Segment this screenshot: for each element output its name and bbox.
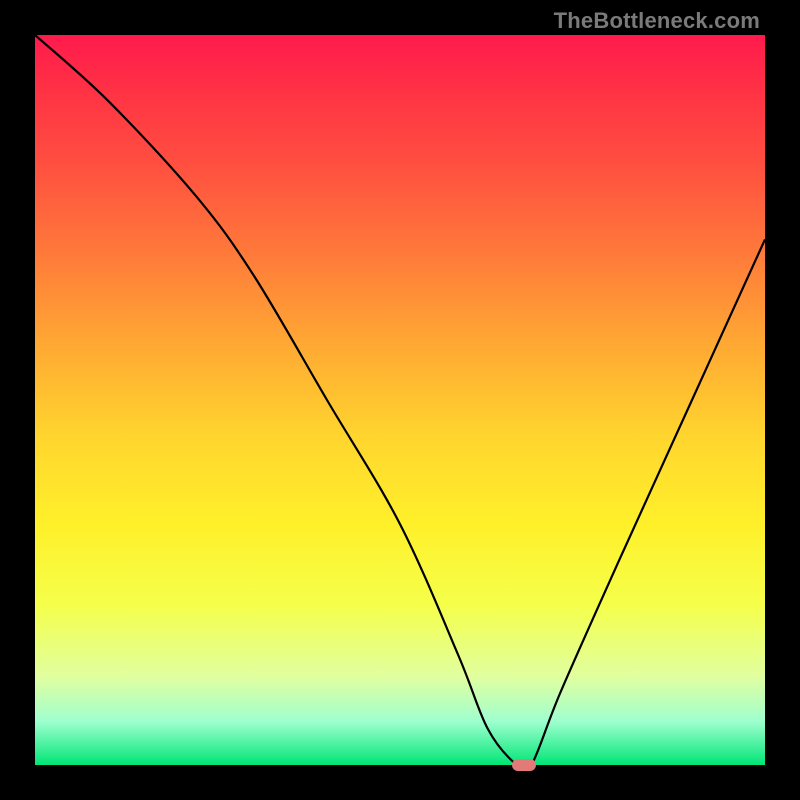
chart-container: TheBottleneck.com <box>0 0 800 800</box>
watermark-text: TheBottleneck.com <box>554 8 760 34</box>
curve-path <box>35 35 765 765</box>
plot-area <box>35 35 765 765</box>
optimal-marker <box>512 759 536 771</box>
bottleneck-curve <box>35 35 765 765</box>
